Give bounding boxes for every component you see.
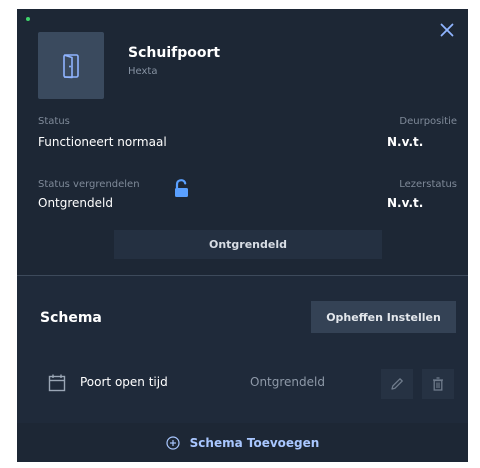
device-name: Schuifpoort (128, 45, 221, 61)
status-value: Functioneert normaal (38, 135, 167, 149)
calendar-icon (48, 374, 66, 392)
pencil-icon (391, 378, 403, 390)
override-settings-button[interactable]: Opheffen Instellen (311, 301, 456, 333)
door-position-value: N.v.t. (387, 135, 424, 149)
door-position-label: Deurpositie (399, 116, 457, 127)
lock-status-label: Status vergrendelen (38, 179, 140, 190)
close-icon (440, 23, 454, 37)
schedule-item-state: Ontgrendeld (250, 375, 325, 389)
add-schedule-label: Schema Toevoegen (189, 435, 320, 450)
trash-icon (433, 377, 443, 391)
device-brand: Hexta (128, 66, 158, 77)
device-detail-panel: Schuifpoort Hexta Status Functioneert no… (17, 9, 468, 462)
lock-state-bar: Ontgrendeld (114, 230, 382, 259)
close-button[interactable] (436, 19, 458, 41)
online-status-dot (26, 17, 30, 21)
unlocked-padlock-icon (175, 179, 188, 197)
delete-schedule-button[interactable] (422, 369, 454, 399)
schedule-title: Schema (40, 310, 102, 326)
reader-status-value: N.v.t. (387, 196, 424, 210)
status-label: Status (38, 116, 70, 127)
lock-status-value: Ontgrendeld (38, 196, 113, 210)
add-circle-icon (166, 435, 180, 450)
device-avatar (38, 32, 104, 99)
edit-schedule-button[interactable] (381, 369, 413, 399)
schedule-section (17, 276, 468, 423)
schedule-item-name: Poort open tijd (80, 375, 168, 389)
add-schedule-button[interactable]: Schema Toevoegen (17, 423, 468, 462)
door-icon (63, 53, 79, 78)
reader-status-label: Lezerstatus (399, 179, 457, 190)
